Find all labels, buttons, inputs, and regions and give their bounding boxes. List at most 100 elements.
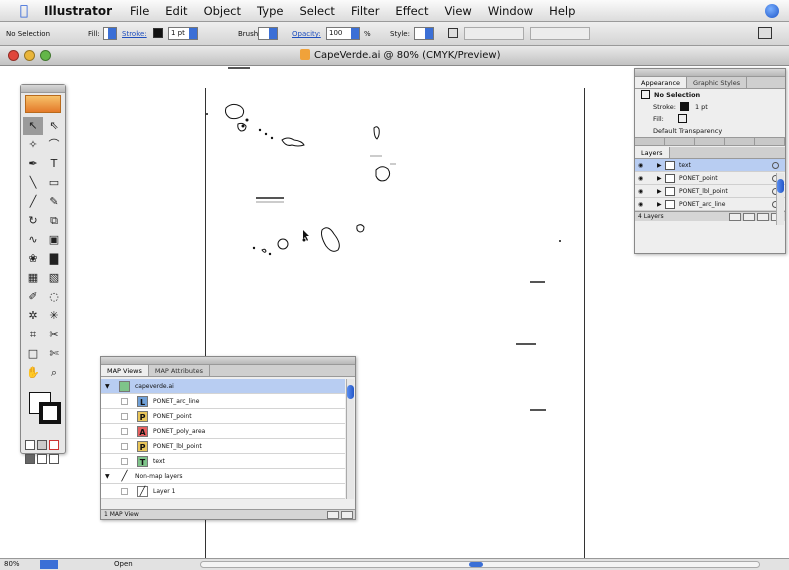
layer-row[interactable]: ◉ ▶ text bbox=[635, 159, 785, 172]
magic-wand-tool-icon[interactable]: ✧ bbox=[23, 136, 43, 154]
horizontal-scrollbar[interactable] bbox=[200, 561, 760, 568]
live-paint-selection-tool-icon[interactable]: ✳ bbox=[44, 307, 64, 325]
new-layer-icon[interactable] bbox=[757, 213, 769, 221]
disclosure-triangle-icon[interactable]: ▶ bbox=[657, 198, 662, 211]
pen-tool-icon[interactable]: ✒ bbox=[23, 155, 43, 173]
appearance-transparency-row[interactable]: Default Transparency bbox=[635, 125, 785, 137]
tab-map-views[interactable]: MAP Views bbox=[101, 365, 149, 376]
menu-object[interactable]: Object bbox=[196, 4, 249, 18]
rectangle-tool-icon[interactable]: ▭ bbox=[44, 174, 64, 192]
full-screen-menu-icon[interactable] bbox=[37, 454, 47, 464]
appearance-btn-3[interactable] bbox=[695, 138, 725, 145]
mesh-tool-icon[interactable]: ▦ bbox=[23, 269, 43, 287]
eye-icon[interactable]: ◉ bbox=[638, 172, 643, 185]
map-layer-row[interactable]: ╱ Layer 1 bbox=[101, 484, 345, 499]
gradient-mode-icon[interactable] bbox=[37, 440, 47, 450]
style-dropdown[interactable] bbox=[414, 27, 434, 40]
menu-type[interactable]: Type bbox=[249, 4, 291, 18]
new-sublayer-icon[interactable] bbox=[743, 213, 755, 221]
panel-header[interactable] bbox=[635, 69, 785, 77]
new-map-view-icon[interactable] bbox=[327, 511, 339, 519]
target-icon[interactable] bbox=[772, 162, 779, 169]
make-clipping-mask-icon[interactable] bbox=[729, 213, 741, 221]
map-layer-row[interactable]: A PONET_poly_area bbox=[101, 424, 345, 439]
layers-scrollbar[interactable] bbox=[776, 173, 784, 225]
eye-icon[interactable]: ◉ bbox=[638, 159, 643, 172]
graph-tool-icon[interactable]: ▇ bbox=[44, 250, 64, 268]
map-views-scrollbar[interactable] bbox=[346, 379, 354, 499]
opacity-field[interactable]: 100 bbox=[326, 27, 360, 40]
layer-row[interactable]: ◉ ▶ PONET_arc_line bbox=[635, 198, 785, 211]
visibility-checkbox[interactable] bbox=[121, 458, 128, 465]
layer-row[interactable]: ◉ ▶ PONET_point bbox=[635, 172, 785, 185]
panel-header[interactable] bbox=[101, 357, 355, 365]
eye-icon[interactable]: ◉ bbox=[638, 198, 643, 211]
map-views-scroll-thumb[interactable] bbox=[347, 385, 354, 399]
layer-row[interactable]: ◉ ▶ PONET_lbl_point bbox=[635, 185, 785, 198]
free-transform-tool-icon[interactable]: ▣ bbox=[44, 231, 64, 249]
eraser-tool-icon[interactable]: □ bbox=[23, 345, 43, 363]
symbol-sprayer-tool-icon[interactable]: ❀ bbox=[23, 250, 43, 268]
disclosure-triangle-icon[interactable]: ▶ bbox=[657, 185, 662, 198]
brush-dropdown[interactable] bbox=[258, 27, 278, 40]
appearance-btn-2[interactable] bbox=[665, 138, 695, 145]
zoom-dropdown[interactable] bbox=[40, 560, 58, 569]
disclosure-triangle-open-icon[interactable]: ▼ bbox=[105, 379, 110, 394]
stroke-swatch-large[interactable] bbox=[39, 402, 61, 424]
map-layer-row[interactable]: L PONET_arc_line bbox=[101, 394, 345, 409]
visibility-checkbox[interactable] bbox=[121, 413, 128, 420]
gradient-tool-icon[interactable]: ▧ bbox=[44, 269, 64, 287]
warp-tool-icon[interactable]: ∿ bbox=[23, 231, 43, 249]
stroke-swatch[interactable] bbox=[153, 28, 163, 38]
eyedropper-tool-icon[interactable]: ✐ bbox=[23, 288, 43, 306]
map-layer-row[interactable]: P PONET_lbl_point bbox=[101, 439, 345, 454]
map-view-row[interactable]: ▼ ╱ Non-map layers bbox=[101, 469, 345, 484]
menu-window[interactable]: Window bbox=[480, 4, 541, 18]
apple-icon[interactable]:  bbox=[14, 3, 34, 19]
tab-graphic-styles[interactable]: Graphic Styles bbox=[687, 77, 748, 88]
blend-tool-icon[interactable]: ◌ bbox=[44, 288, 64, 306]
stroke-weight-field[interactable]: 1 pt bbox=[168, 27, 198, 40]
appearance-stroke-row[interactable]: Stroke: 1 pt bbox=[635, 101, 785, 113]
appearance-btn-1[interactable] bbox=[635, 138, 665, 145]
visibility-checkbox[interactable] bbox=[121, 398, 128, 405]
crop-tool-icon[interactable]: ⌗ bbox=[23, 326, 43, 344]
hand-tool-icon[interactable]: ✋ bbox=[23, 364, 43, 382]
zoom-level[interactable]: 80% bbox=[4, 560, 20, 568]
layers-scroll-thumb[interactable] bbox=[777, 179, 784, 193]
none-mode-icon[interactable] bbox=[49, 440, 59, 450]
transform-field-y[interactable] bbox=[530, 27, 590, 40]
opacity-link[interactable]: Opacity: bbox=[292, 27, 321, 41]
menu-select[interactable]: Select bbox=[291, 4, 342, 18]
map-layer-row[interactable]: T text bbox=[101, 454, 345, 469]
paintbrush-tool-icon[interactable]: ╱ bbox=[23, 193, 43, 211]
minimize-icon[interactable] bbox=[24, 50, 35, 61]
eye-icon[interactable]: ◉ bbox=[638, 185, 643, 198]
map-view-row[interactable]: ▼ capeverde.ai bbox=[101, 379, 345, 394]
menu-file[interactable]: File bbox=[122, 4, 157, 18]
scale-tool-icon[interactable]: ⧉ bbox=[44, 212, 64, 230]
slice-tool-icon[interactable]: ✂ bbox=[44, 326, 64, 344]
visibility-checkbox[interactable] bbox=[121, 488, 128, 495]
palette-header[interactable] bbox=[21, 85, 65, 93]
zoom-tool-icon[interactable]: ⌕ bbox=[44, 364, 64, 382]
disclosure-triangle-icon[interactable]: ▶ bbox=[657, 159, 662, 172]
full-screen-icon[interactable] bbox=[49, 454, 59, 464]
pencil-tool-icon[interactable]: ✎ bbox=[44, 193, 64, 211]
scissors-tool-icon[interactable]: ✄ bbox=[44, 345, 64, 363]
scroll-thumb[interactable] bbox=[469, 562, 483, 567]
disclosure-triangle-icon[interactable]: ▶ bbox=[657, 172, 662, 185]
spotlight-icon[interactable] bbox=[765, 4, 779, 18]
disclosure-triangle-open-icon[interactable]: ▼ bbox=[105, 469, 110, 484]
tab-appearance[interactable]: Appearance bbox=[635, 77, 688, 88]
lasso-tool-icon[interactable]: ⌒ bbox=[44, 136, 64, 154]
menu-help[interactable]: Help bbox=[541, 4, 583, 18]
stroke-link[interactable]: Stroke: bbox=[122, 27, 147, 41]
rotate-tool-icon[interactable]: ↻ bbox=[23, 212, 43, 230]
appearance-btn-4[interactable] bbox=[725, 138, 755, 145]
direct-selection-tool-icon[interactable]: ⇖ bbox=[44, 117, 64, 135]
menu-view[interactable]: View bbox=[437, 4, 480, 18]
selection-tool-icon[interactable]: ↖ bbox=[23, 117, 43, 135]
transform-field-x[interactable] bbox=[464, 27, 524, 40]
map-layer-row[interactable]: P PONET_point bbox=[101, 409, 345, 424]
